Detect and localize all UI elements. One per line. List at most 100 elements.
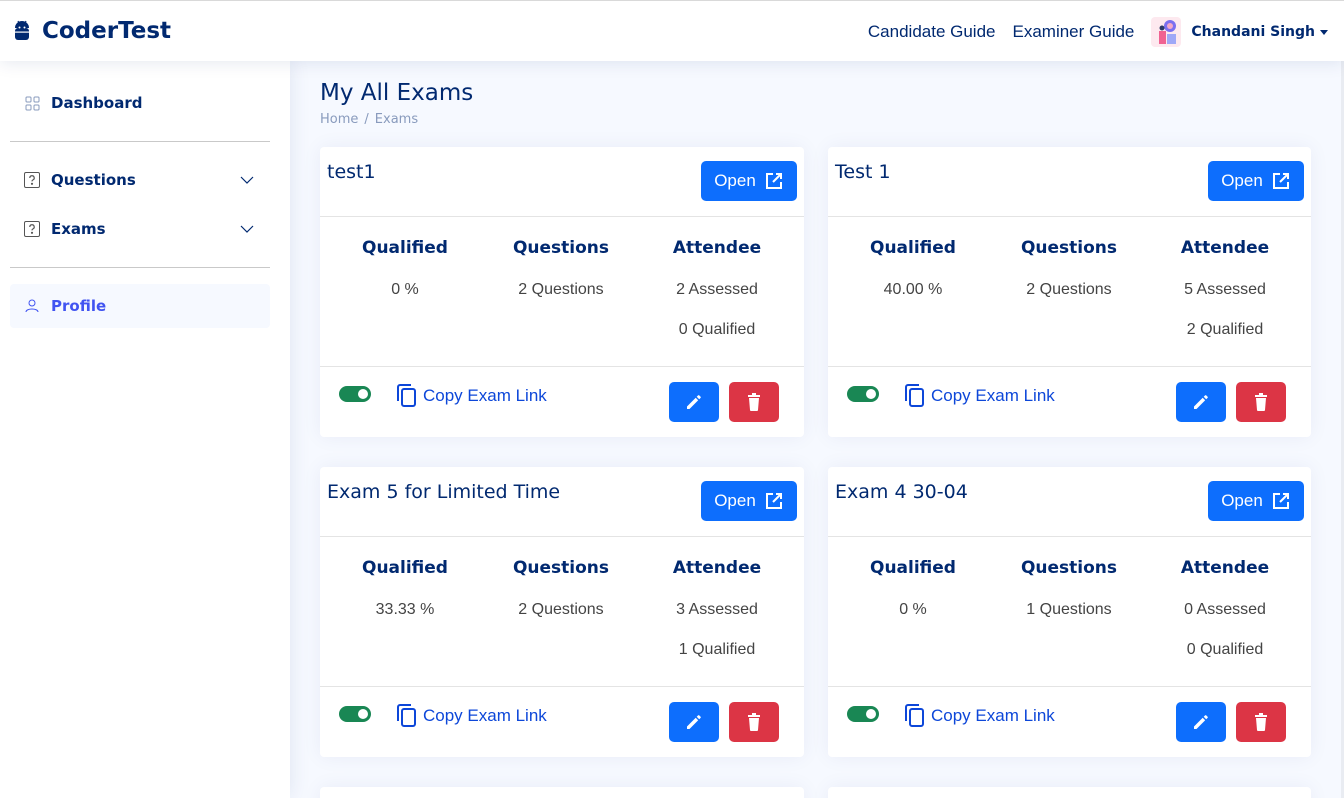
qualified-percent: 33.33 % xyxy=(375,601,435,618)
sidebar-item-questions[interactable]: Questions xyxy=(10,158,270,202)
sidebar-item-profile[interactable]: Profile xyxy=(10,284,270,328)
caret-down-icon xyxy=(1320,29,1328,35)
exam-card-header: test1 Open xyxy=(320,147,804,217)
copy-icon xyxy=(905,704,924,727)
card-footer-divider xyxy=(828,686,1311,687)
chevron-down-icon xyxy=(240,225,254,233)
qualified-heading: Qualified xyxy=(362,558,448,578)
sidebar-item-dashboard[interactable]: Dashboard xyxy=(10,81,270,125)
external-link-icon xyxy=(1272,493,1289,509)
trash-icon xyxy=(1255,713,1267,731)
page-title: My All Exams xyxy=(320,80,474,106)
sidebar-item-label: Exams xyxy=(51,220,106,238)
edit-exam-button[interactable] xyxy=(669,702,719,742)
delete-exam-button[interactable] xyxy=(729,382,779,422)
open-label: Open xyxy=(1221,491,1263,510)
questions-count: 2 Questions xyxy=(1026,281,1112,298)
questions-column: Questions 2 Questions xyxy=(486,233,636,303)
pencil-icon xyxy=(687,395,701,409)
breadcrumb: Home / Exams xyxy=(320,112,418,127)
breadcrumb-current: Exams xyxy=(374,112,419,127)
questions-heading: Questions xyxy=(512,238,610,258)
qualified-percent: 40.00 % xyxy=(883,281,943,298)
sidebar-item-label: Profile xyxy=(51,297,107,315)
exam-card: test1 Open Qualified 0 % Questions 2 Que… xyxy=(320,147,804,437)
exam-card-header: Test 1 Open xyxy=(828,147,1311,217)
open-label: Open xyxy=(1221,171,1263,190)
copy-exam-link-label: Copy Exam Link xyxy=(931,386,1055,405)
edit-exam-button[interactable] xyxy=(1176,702,1226,742)
exam-active-toggle[interactable] xyxy=(847,386,879,402)
question-square-icon xyxy=(24,221,40,237)
copy-exam-link-label: Copy Exam Link xyxy=(931,706,1055,725)
card-footer-divider xyxy=(828,366,1311,367)
sidebar-divider xyxy=(10,141,270,142)
delete-exam-button[interactable] xyxy=(1236,702,1286,742)
exam-card: Exam 4 30-04 Open Qualified 0 % Question… xyxy=(828,467,1311,757)
sidebar-item-label: Questions xyxy=(51,171,136,189)
attendee-column: Attendee 0 Assessed 0 Qualified xyxy=(1150,553,1300,663)
examiner-guide-link[interactable]: Examiner Guide xyxy=(1013,22,1135,42)
open-exam-button[interactable]: Open xyxy=(701,161,797,201)
attendee-heading: Attendee xyxy=(1180,238,1270,258)
delete-exam-button[interactable] xyxy=(729,702,779,742)
avatar[interactable] xyxy=(1151,17,1182,47)
candidate-guide-link[interactable]: Candidate Guide xyxy=(868,22,996,42)
qualified-column: Qualified 33.33 % xyxy=(330,553,480,623)
copy-exam-link[interactable]: Copy Exam Link xyxy=(905,704,1055,728)
qualified-heading: Qualified xyxy=(870,238,956,258)
exam-active-toggle[interactable] xyxy=(339,706,371,722)
qualified-column: Qualified 0 % xyxy=(838,553,988,623)
trash-icon xyxy=(748,393,760,411)
qualified-column: Qualified 40.00 % xyxy=(838,233,988,303)
open-exam-button[interactable]: Open xyxy=(1208,481,1304,521)
exam-active-toggle[interactable] xyxy=(847,706,879,722)
user-name: Chandani Singh xyxy=(1191,24,1315,40)
logo[interactable]: CoderTest xyxy=(14,16,171,46)
edit-exam-button[interactable] xyxy=(669,382,719,422)
open-exam-button[interactable]: Open xyxy=(701,481,797,521)
copy-exam-link[interactable]: Copy Exam Link xyxy=(905,384,1055,408)
pencil-icon xyxy=(1194,715,1208,729)
card-footer-divider xyxy=(320,366,804,367)
qualified-count: 0 Qualified xyxy=(1186,641,1264,658)
copy-icon xyxy=(397,704,416,727)
open-label: Open xyxy=(714,171,756,190)
question-square-icon xyxy=(24,172,40,188)
user-menu[interactable]: Chandani Singh xyxy=(1191,24,1328,40)
trash-icon xyxy=(748,713,760,731)
attendee-heading: Attendee xyxy=(672,558,762,578)
sidebar: Dashboard Questions Exams Profile xyxy=(0,61,290,798)
top-header: CoderTest Candidate Guide Examiner Guide… xyxy=(0,0,1344,61)
questions-count: 2 Questions xyxy=(518,281,604,298)
breadcrumb-home[interactable]: Home xyxy=(320,112,358,127)
header-nav: Candidate Guide Examiner Guide Chandani … xyxy=(868,13,1328,51)
questions-count: 1 Questions xyxy=(1026,601,1112,618)
grid-icon xyxy=(24,95,40,111)
copy-icon xyxy=(397,384,416,407)
qualified-heading: Qualified xyxy=(870,558,956,578)
questions-column: Questions 2 Questions xyxy=(994,233,1144,303)
questions-column: Questions 2 Questions xyxy=(486,553,636,623)
questions-heading: Questions xyxy=(1020,558,1118,578)
exam-title: Test 1 xyxy=(835,161,891,183)
edit-exam-button[interactable] xyxy=(1176,382,1226,422)
assessed-count: 5 Assessed xyxy=(1184,281,1266,298)
open-exam-button[interactable]: Open xyxy=(1208,161,1304,201)
exam-card-partial xyxy=(828,787,1311,798)
copy-exam-link[interactable]: Copy Exam Link xyxy=(397,384,547,408)
sidebar-item-exams[interactable]: Exams xyxy=(10,207,270,251)
qualified-percent: 0 % xyxy=(391,281,419,298)
delete-exam-button[interactable] xyxy=(1236,382,1286,422)
questions-heading: Questions xyxy=(512,558,610,578)
breadcrumb-separator: / xyxy=(364,112,369,127)
external-link-icon xyxy=(1272,173,1289,189)
copy-exam-link[interactable]: Copy Exam Link xyxy=(397,704,547,728)
android-robot-icon xyxy=(15,20,29,40)
exam-active-toggle[interactable] xyxy=(339,386,371,402)
qualified-percent: 0 % xyxy=(899,601,927,618)
exam-card: Exam 5 for Limited Time Open Qualified 3… xyxy=(320,467,804,757)
sidebar-item-label: Dashboard xyxy=(51,94,143,112)
sidebar-divider xyxy=(10,267,270,268)
qualified-heading: Qualified xyxy=(362,238,448,258)
